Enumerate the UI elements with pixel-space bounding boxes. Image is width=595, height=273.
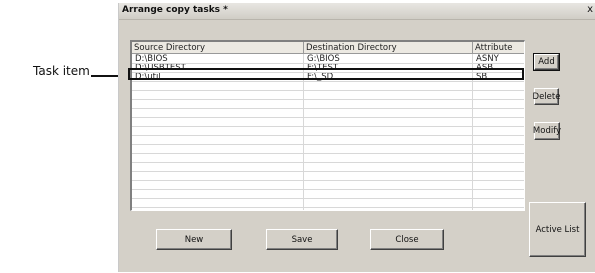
column-header-attribute[interactable]: Attribute [473,42,524,54]
row-gridline [132,207,524,208]
row-gridline [132,63,524,64]
row-gridline [132,180,524,181]
column-header-source[interactable]: Source Directory [132,42,304,54]
close-button[interactable]: Close [370,229,444,250]
row-gridline [132,171,524,172]
row-gridline [132,135,524,136]
row-gridline [132,153,524,154]
table-row[interactable]: D:\BIOS G:\BIOS ASNY [132,54,524,64]
row-gridline [132,144,524,145]
task-item-highlight [128,68,524,80]
modify-button[interactable]: Modify [533,122,561,140]
active-list-button[interactable]: Active List [529,202,586,257]
add-button-focus-frame: Add [533,53,560,71]
cell-source: D:\BIOS [135,54,168,64]
row-gridline [132,99,524,100]
task-list[interactable]: Source Directory Destination Directory A… [130,40,525,211]
title-bar: Arrange copy tasks * x [119,3,595,20]
row-gridline [132,126,524,127]
row-gridline [132,108,524,109]
row-gridline [132,162,524,163]
new-button[interactable]: New [156,229,232,250]
save-button[interactable]: Save [266,229,338,250]
row-gridline [132,90,524,91]
cell-destination: G:\BIOS [307,54,340,64]
annotation-label: Task item [33,64,90,78]
column-header-destination[interactable]: Destination Directory [304,42,473,54]
row-gridline [132,198,524,199]
window-title: Arrange copy tasks * [122,5,228,15]
row-gridline [132,117,524,118]
add-button[interactable]: Add [534,54,559,70]
row-gridline [132,189,524,190]
row-gridline [132,81,524,82]
close-icon[interactable]: x [587,4,593,15]
arrange-copy-tasks-dialog: Arrange copy tasks * x Source Directory … [118,3,595,272]
cell-attribute: ASNY [476,54,499,64]
delete-button[interactable]: Delete [533,88,560,105]
